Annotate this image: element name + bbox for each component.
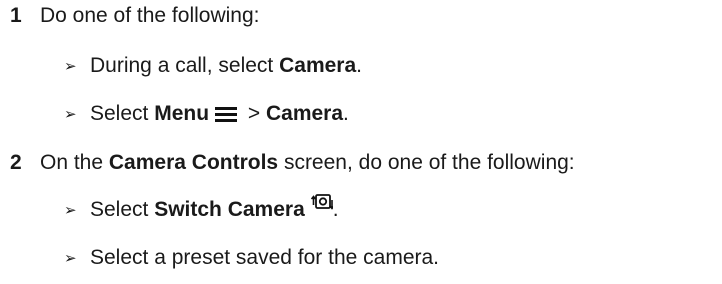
period: . [356, 54, 362, 77]
menu-icon [215, 106, 238, 122]
step-2: 2 On the Camera Controls screen, do one … [0, 151, 575, 175]
step-1: 1 Do one of the following: [0, 4, 259, 28]
switch-camera-icon [310, 191, 335, 213]
step-2-subitem-2: ➢ Select a preset saved for the camera. [64, 246, 439, 270]
arrow-bullet-icon: ➢ [64, 202, 77, 219]
camera-label: Camera [279, 54, 357, 77]
step-number: 2 [10, 151, 22, 174]
camera-label: Camera [265, 102, 344, 125]
arrow-bullet-icon: ➢ [64, 106, 77, 123]
step-number: 1 [10, 4, 22, 27]
arrow-bullet-icon: ➢ [64, 250, 77, 267]
subitem-text: During a call, select [90, 54, 280, 77]
step-2-subitem-1: ➢ Select Switch Camera . [64, 194, 339, 222]
period: . [343, 102, 349, 125]
menu-label: Menu [154, 102, 210, 125]
arrow-bullet-icon: ➢ [64, 58, 77, 75]
subitem-text: Select [90, 102, 155, 125]
step-1-subitem-2: ➢ Select Menu > Camera . [64, 102, 349, 126]
step-text-post: screen, do one of the following: [278, 151, 575, 174]
subitem-text: Select a preset saved for the camera. [90, 246, 440, 269]
step-text: Do one of the following: [40, 4, 260, 27]
switch-camera-label: Switch Camera [154, 198, 305, 221]
step-text-pre: On the [40, 151, 109, 174]
separator: > [242, 102, 266, 125]
step-1-subitem-1: ➢ During a call, select Camera . [64, 54, 362, 78]
subitem-text: Select [90, 198, 155, 221]
camera-controls-label: Camera Controls [108, 151, 279, 174]
period: . [332, 198, 339, 221]
